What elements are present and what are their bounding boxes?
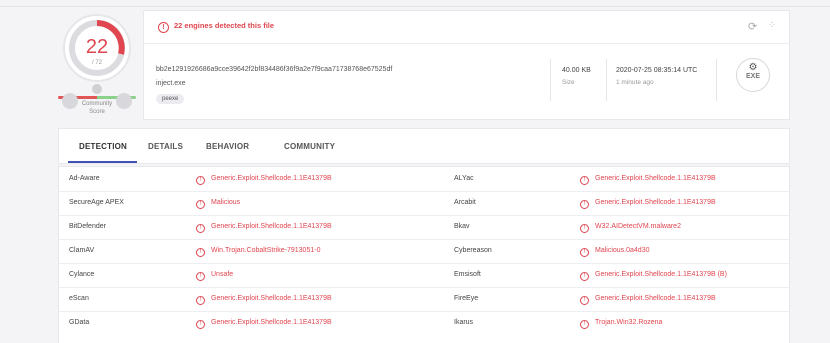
- alert-icon: !: [196, 296, 205, 305]
- tab-community[interactable]: COMMUNITY: [284, 142, 335, 151]
- engine-name: Ad-Aware: [69, 175, 100, 182]
- engine-name: Arcabit: [454, 199, 476, 206]
- table-row: GData ! Generic.Exploit.Shellcode.1.1E413…: [59, 311, 789, 335]
- detection-result: ! Generic.Exploit.Shellcode.1.1E41379B: [196, 175, 332, 185]
- detection-result: ! W32.AIDetectVM.malware2: [580, 223, 681, 233]
- engine-name: ClamAV: [69, 247, 95, 254]
- detection-result: ! Generic.Exploit.Shellcode.1.1E41379B: [196, 319, 332, 329]
- alert-icon: !: [196, 200, 205, 209]
- table-row: BitDefender ! Generic.Exploit.Shellcode.1…: [59, 215, 789, 240]
- engine-name: eScan: [69, 295, 89, 302]
- alert-icon: !: [196, 272, 205, 281]
- alert-icon: !: [196, 176, 205, 185]
- detection-label: Generic.Exploit.Shellcode.1.1E41379B (B): [595, 271, 727, 278]
- file-size: 40.00 KB Size: [562, 67, 591, 86]
- table-row: ClamAV ! Win.Trojan.CobaltStrike-7913051-…: [59, 239, 789, 264]
- engine-name: Bkav: [454, 223, 470, 230]
- file-hash[interactable]: bb2e1291926686a9cce39642f2bf834486f36f9a…: [156, 66, 392, 73]
- detection-label: Trojan.Win32.Rozena: [595, 319, 663, 326]
- detection-result: ! Unsafe: [196, 271, 233, 281]
- alert-icon: !: [580, 176, 589, 185]
- detection-result: ! Malicious.0a4d30: [580, 247, 649, 257]
- active-tab-indicator: [68, 161, 137, 163]
- table-row: Ad-Aware ! Generic.Exploit.Shellcode.1.1E…: [59, 167, 789, 192]
- detection-result: ! Generic.Exploit.Shellcode.1.1E41379B (B…: [580, 271, 727, 281]
- detection-result: ! Generic.Exploit.Shellcode.1.1E41379B: [196, 223, 332, 233]
- alert-icon: !: [580, 272, 589, 281]
- engine-name: Cylance: [69, 271, 95, 278]
- detection-label: Malicious.0a4d30: [595, 247, 650, 254]
- reanalyze-icon[interactable]: ⟳: [748, 20, 757, 33]
- top-bar: [0, 0, 830, 7]
- divider: [550, 59, 551, 101]
- engine-name: BitDefender: [69, 223, 106, 230]
- detection-result: ! Win.Trojan.CobaltStrike-7913051-0: [196, 247, 320, 257]
- file-tag[interactable]: peexe: [156, 94, 185, 104]
- alert-icon: !: [580, 296, 589, 305]
- table-row: SecureAge APEX ! Malicious Arcabit ! Gener…: [59, 191, 789, 216]
- detection-result: ! Generic.Exploit.Shellcode.1.1E41379B: [196, 295, 332, 305]
- community-score-label: Community Score: [81, 101, 113, 115]
- alert-icon: !: [580, 224, 589, 233]
- detection-result: ! Generic.Exploit.Shellcode.1.1E41379B: [580, 295, 716, 305]
- alert-icon: !: [196, 320, 205, 329]
- gears-icon: ⚙: [748, 62, 758, 73]
- alert-icon: !: [196, 224, 205, 233]
- alert-icon: !: [580, 248, 589, 257]
- community-score-pin: [92, 84, 102, 94]
- alert-icon: !: [580, 200, 589, 209]
- detection-label: Generic.Exploit.Shellcode.1.1E41379B: [595, 199, 716, 206]
- detection-label: Generic.Exploit.Shellcode.1.1E41379B: [595, 175, 716, 182]
- score-total: / 72: [92, 60, 103, 66]
- report-tabs: DETECTION DETAILS BEHAVIOR COMMUNITY: [58, 128, 790, 164]
- alert-text: 22 engines detected this file: [174, 21, 275, 30]
- engine-name: Cybereason: [454, 247, 492, 254]
- file-type-label: EXE: [745, 73, 760, 80]
- engine-name: FireEye: [454, 295, 479, 302]
- community-score: Community Score: [58, 84, 136, 120]
- detection-result: ! Malicious: [196, 199, 240, 209]
- score-detected: 22: [86, 36, 108, 58]
- detection-result: ! Trojan.Win32.Rozena: [580, 319, 662, 329]
- graph-icon[interactable]: ⁘: [768, 20, 776, 31]
- engine-name: Ikarus: [454, 319, 474, 326]
- detection-label: Generic.Exploit.Shellcode.1.1E41379B: [211, 295, 332, 302]
- detection-alert: ! 22 engines detected this file ⟳ ⁘: [144, 11, 789, 44]
- detection-label: Generic.Exploit.Shellcode.1.1E41379B: [595, 295, 716, 302]
- file-type-icon: ⚙ EXE: [736, 58, 770, 92]
- table-row: eScan ! Generic.Exploit.Shellcode.1.1E413…: [59, 287, 789, 312]
- alert-icon: !: [196, 248, 205, 257]
- detection-score-gauge: 22 / 72: [58, 10, 136, 90]
- file-size-label: Size: [562, 79, 575, 86]
- file-date: 2020-07-25 08:35:14 UTC 1 minute ago: [616, 67, 697, 86]
- file-date-value: 2020-07-25 08:35:14 UTC: [616, 67, 698, 74]
- alert-icon: !: [580, 320, 589, 329]
- divider: [606, 59, 607, 101]
- detection-label: Unsafe: [211, 271, 234, 278]
- detection-result: ! Generic.Exploit.Shellcode.1.1E41379B: [580, 199, 716, 209]
- file-date-ago: 1 minute ago: [616, 79, 654, 86]
- engine-name: ALYac: [454, 175, 474, 182]
- tab-details[interactable]: DETAILS: [148, 142, 183, 151]
- detection-label: Generic.Exploit.Shellcode.1.1E41379B: [211, 175, 332, 182]
- detection-label: Generic.Exploit.Shellcode.1.1E41379B: [211, 319, 332, 326]
- file-size-value: 40.00 KB: [562, 67, 591, 74]
- detection-result: ! Generic.Exploit.Shellcode.1.1E41379B: [580, 175, 716, 185]
- engine-name: Emsisoft: [454, 271, 481, 278]
- tab-behavior[interactable]: BEHAVIOR: [206, 142, 249, 151]
- table-row: Cylance ! Unsafe Emsisoft ! Generic.Exploi…: [59, 263, 789, 288]
- file-summary-card: ! 22 engines detected this file ⟳ ⁘ bb2e…: [143, 10, 790, 120]
- tab-detection[interactable]: DETECTION: [79, 142, 127, 151]
- detection-label: W32.AIDetectVM.malware2: [595, 223, 681, 230]
- engine-name: SecureAge APEX: [69, 199, 124, 206]
- detection-table: Ad-Aware ! Generic.Exploit.Shellcode.1.1E…: [58, 166, 790, 343]
- detection-label: Win.Trojan.CobaltStrike-7913051-0: [211, 247, 321, 254]
- engine-name: GData: [69, 319, 90, 326]
- detection-label: Generic.Exploit.Shellcode.1.1E41379B: [211, 223, 332, 230]
- alert-icon: !: [158, 22, 169, 33]
- file-name: inject.exe: [156, 80, 186, 87]
- detection-label: Malicious: [211, 199, 241, 206]
- divider: [716, 59, 717, 101]
